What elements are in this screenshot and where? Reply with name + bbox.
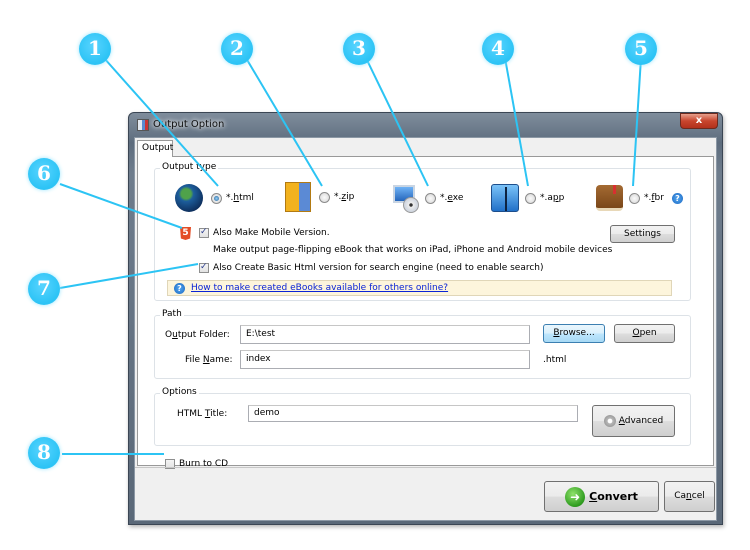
settings-button[interactable]: Settings: [610, 225, 675, 243]
output-option-dialog: Output Option x Output Output type *.htm…: [128, 112, 723, 525]
zip-radio[interactable]: [319, 191, 330, 203]
html5-icon: 5: [180, 227, 191, 240]
fbr-radio[interactable]: [629, 192, 640, 204]
computer-cd-icon: [391, 183, 421, 213]
output-type-title: Output type: [160, 162, 219, 172]
app-icon: [137, 119, 149, 131]
convert-button[interactable]: ➜ Convert: [544, 481, 659, 512]
callout-6: 6: [28, 158, 60, 190]
callout-1: 1: [79, 33, 111, 65]
title-bar[interactable]: Output Option x: [129, 113, 722, 136]
book-icon: [596, 185, 623, 211]
app-label: *.app: [540, 193, 565, 203]
html-radio[interactable]: [211, 192, 222, 204]
basic-html-label[interactable]: Also Create Basic Html version for searc…: [213, 263, 544, 273]
path-group: Path Output Folder: E:\test Browse... Op…: [154, 309, 691, 379]
callout-8: 8: [28, 437, 60, 469]
mobile-version-checkbox[interactable]: [199, 227, 209, 238]
advanced-button[interactable]: Advanced: [592, 405, 675, 437]
exe-label: *.exe: [440, 193, 464, 203]
convert-arrow-icon: ➜: [565, 487, 586, 507]
path-title: Path: [160, 309, 184, 319]
open-button[interactable]: Open: [614, 324, 675, 343]
info-help-icon: ?: [174, 283, 185, 294]
cancel-button[interactable]: Cancel: [664, 481, 715, 512]
options-title: Options: [160, 387, 199, 397]
output-type-fbr[interactable]: *.fbr ?: [596, 185, 683, 211]
mobile-description: Make output page-flipping eBook that wor…: [213, 245, 613, 255]
html-title-input[interactable]: demo: [248, 405, 578, 422]
output-type-html[interactable]: *.html: [175, 184, 254, 212]
callout-3: 3: [343, 33, 375, 65]
output-folder-input[interactable]: E:\test: [240, 325, 530, 344]
tab-output[interactable]: Output: [137, 140, 173, 157]
output-type-zip[interactable]: *.zip: [285, 182, 354, 212]
basic-html-checkbox[interactable]: [199, 262, 209, 273]
how-to-publish-link[interactable]: How to make created eBooks available for…: [191, 283, 448, 293]
output-type-exe[interactable]: *.exe: [391, 183, 463, 213]
globe-icon: [175, 184, 203, 212]
file-name-label: File Name:: [185, 355, 233, 365]
output-tab-panel: Output type *.html *.zip *.exe *.app *.f…: [137, 156, 714, 469]
footer-separator: [135, 467, 716, 468]
help-icon[interactable]: ?: [671, 192, 683, 204]
exe-radio[interactable]: [425, 192, 436, 204]
fbr-label: *.fbr: [644, 193, 664, 203]
zip-label: *.zip: [334, 192, 355, 202]
close-button[interactable]: x: [680, 113, 718, 129]
app-radio[interactable]: [525, 192, 536, 204]
zip-archive-icon: [285, 182, 311, 212]
html-label: *.html: [226, 193, 254, 203]
output-folder-label: Output Folder:: [165, 330, 230, 340]
file-name-input[interactable]: index: [240, 350, 530, 369]
html-title-label: HTML Title:: [177, 409, 228, 419]
file-extension: .html: [543, 355, 567, 365]
browse-button[interactable]: Browse...: [543, 324, 605, 343]
window-title: Output Option: [153, 119, 225, 130]
callout-2: 2: [221, 33, 253, 65]
info-bar: ? How to make created eBooks available f…: [167, 280, 672, 296]
mac-finder-icon: [491, 184, 519, 212]
callout-4: 4: [482, 33, 514, 65]
options-group: Options HTML Title: demo Advanced: [154, 387, 691, 446]
mobile-version-label[interactable]: Also Make Mobile Version.: [213, 228, 330, 238]
output-type-app[interactable]: *.app: [491, 184, 564, 212]
advanced-settings-icon: [603, 414, 616, 427]
dialog-body: Output Output type *.html *.zip *.exe *.…: [134, 137, 717, 521]
callout-7: 7: [28, 273, 60, 305]
output-type-group: Output type *.html *.zip *.exe *.app *.f…: [154, 162, 691, 301]
callout-5: 5: [625, 33, 657, 65]
